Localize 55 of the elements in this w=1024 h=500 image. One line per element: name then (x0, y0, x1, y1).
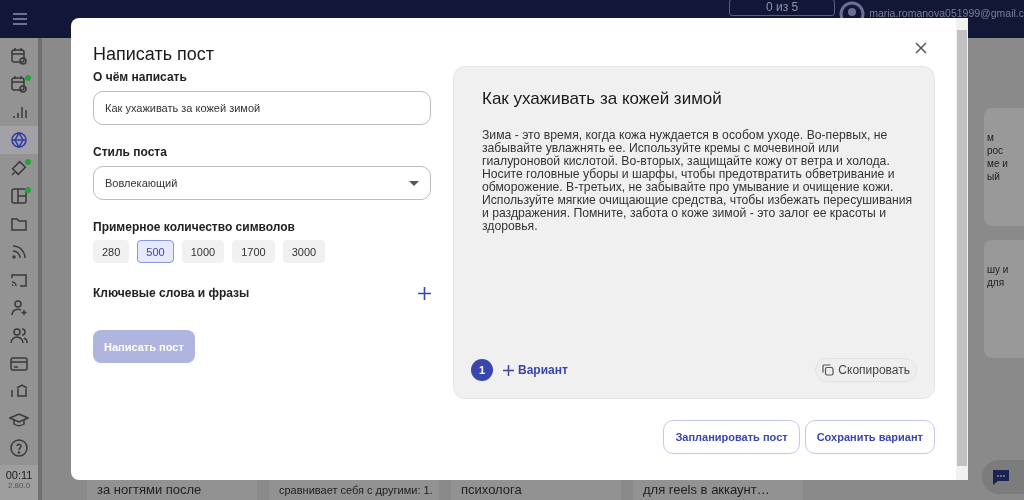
card-icon (9, 354, 29, 374)
copy-button[interactable]: Скопировать (815, 358, 917, 382)
chat-icon (992, 468, 1010, 486)
sidebar-item[interactable] (0, 126, 38, 154)
prompt-card[interactable]: психолога (451, 480, 621, 500)
menu-icon[interactable] (13, 13, 27, 25)
field-label: Примерное количество символов (93, 220, 296, 234)
prompt-card[interactable]: для reels в аккаунт… (633, 480, 803, 500)
card-text: для (987, 277, 1006, 288)
card-text: за ногтями после (97, 482, 203, 498)
topic-field[interactable]: Как ухаживать за кожей зимой (93, 91, 431, 125)
calendar-icon (9, 74, 29, 94)
chat-button[interactable] (982, 460, 1024, 494)
card-text: психолога (461, 482, 523, 498)
usage-counter: 0 из 5 (728, 0, 836, 16)
action-button[interactable]: Сохранить вариант (804, 420, 935, 454)
help-icon (9, 438, 29, 458)
rss-icon (9, 242, 29, 262)
length-chip[interactable]: 1000 (181, 240, 225, 263)
prompt-card[interactable]: сравнивает себя с другими: 1. (269, 480, 439, 500)
calendar-icon (9, 46, 29, 66)
prompt-card[interactable]: шу и для (984, 240, 1024, 358)
close-icon[interactable] (915, 42, 927, 54)
prompt-card[interactable]: м рос ме и ый (984, 108, 1024, 226)
card-text: шу и (987, 264, 1010, 275)
variant-number[interactable]: 1 (471, 359, 493, 381)
length-chip[interactable]: 1700 (232, 240, 275, 263)
post-body: Зима - это время, когда кожа нуждается в особом уходе. Во-первых, не забывайте увлажнять ее. Используйте кремы с мочевиной или гиалуроновой кислотой. Во-вторых, защищайте кожу от ветра и холода. Носите головные уборы и шарфы, чтобы предотвратить обветривание и обморожение. В-третьих, не забывайте про умывание и очищение кожи. Используйте мягкие очищающие средства, чтобы избежать пересушивания и раздражения. Помните, забота о коже зимой - это залог ее красоты и здоровья. (482, 129, 914, 235)
copy-icon (822, 364, 835, 376)
prompt-card[interactable]: за ногтями после (87, 480, 257, 500)
add-variant-button[interactable]: Вариант (503, 363, 568, 377)
card-text: ый (987, 171, 1001, 182)
users-icon (9, 326, 29, 346)
layout-icon (9, 186, 29, 206)
user-plus-icon (9, 298, 29, 318)
card-text: для reels в аккаунт… (643, 482, 771, 498)
add-icon[interactable] (418, 286, 431, 300)
field-label: О чём написать (93, 70, 188, 84)
style-dropdown[interactable]: Вовлекающий (93, 166, 431, 200)
length-chip[interactable]: 500 (137, 240, 174, 263)
card-text: рос (987, 145, 1005, 156)
length-chip[interactable]: 3000 (282, 240, 326, 263)
field-label: Стиль поста (93, 145, 168, 159)
card-text: ме и (987, 158, 1009, 169)
length-chip[interactable]: 280 (93, 240, 130, 263)
post-title: Как ухаживать за кожей зимой (482, 89, 723, 109)
clock-time: 00:11 (5, 469, 33, 481)
scrollbar[interactable] (956, 18, 968, 480)
action-button[interactable]: Запланировать пост (663, 420, 800, 454)
caret-icon (409, 180, 419, 186)
field-label: Ключевые слова и фразы (93, 286, 250, 300)
dialog-title: Написать пост (93, 44, 215, 65)
plus-icon (503, 364, 514, 376)
card-text: м (987, 132, 995, 143)
user-email: maria.romanova051999@gmail.c (869, 7, 1024, 19)
